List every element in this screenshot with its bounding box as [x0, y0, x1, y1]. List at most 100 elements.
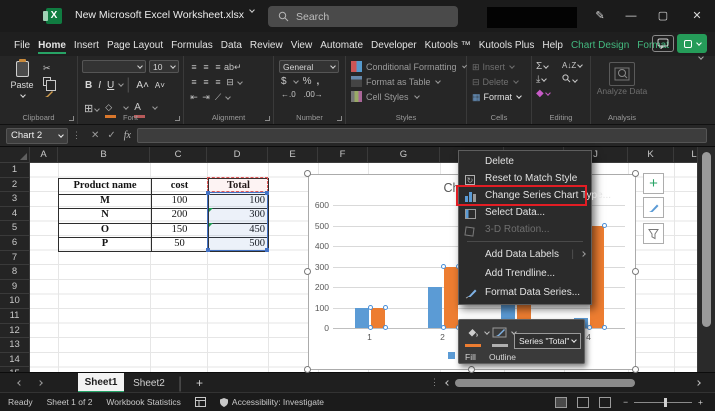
- tab-automate[interactable]: Automate: [316, 37, 367, 56]
- conditional-formatting-button[interactable]: Conditional Formatting: [346, 59, 466, 74]
- horizontal-scrollbar[interactable]: [452, 379, 688, 387]
- chart-filters-button[interactable]: [643, 223, 664, 244]
- series-selection-handle[interactable]: [602, 223, 607, 228]
- bar-cost-2[interactable]: [428, 287, 442, 328]
- chart-resize-handle[interactable]: [632, 268, 639, 275]
- menu-item-delete[interactable]: Delete: [459, 153, 591, 170]
- page-break-view-icon[interactable]: [599, 397, 611, 408]
- accounting-format-icon[interactable]: $: [281, 76, 287, 87]
- decrease-font-button[interactable]: A˅: [152, 81, 168, 90]
- orientation-icon[interactable]: ⟋: [212, 91, 224, 104]
- align-center-icon[interactable]: ≡: [200, 76, 212, 89]
- scroll-right-icon[interactable]: [695, 380, 701, 386]
- zoom-slider-thumb[interactable]: [664, 398, 667, 407]
- comma-format-icon[interactable]: ,: [316, 76, 319, 87]
- row-header-13[interactable]: 13: [0, 338, 29, 353]
- font-dialog-launcher[interactable]: [175, 116, 180, 121]
- menu-item-add-trendline[interactable]: Add Trendline...: [459, 264, 591, 283]
- row-header-4[interactable]: 4: [0, 207, 29, 222]
- chart-element-selector[interactable]: Series "Total": [514, 333, 581, 349]
- row-header-10[interactable]: 10: [0, 294, 29, 309]
- series-selection-handle[interactable]: [368, 325, 373, 330]
- increase-indent-icon[interactable]: ⇥: [200, 91, 212, 104]
- zoom-out-button[interactable]: −: [623, 397, 628, 407]
- tab-page-layout[interactable]: Page Layout: [103, 37, 167, 56]
- clear-button[interactable]: ◆: [536, 88, 562, 99]
- series-selection-handle[interactable]: [441, 264, 446, 269]
- maximize-button[interactable]: ▢: [650, 6, 676, 26]
- chart-resize-handle[interactable]: [468, 366, 475, 373]
- paste-button[interactable]: Paste: [5, 59, 39, 100]
- column-header-B[interactable]: B: [58, 147, 150, 162]
- decrease-decimal-icon[interactable]: .00→: [304, 90, 323, 99]
- share-button[interactable]: [677, 34, 707, 53]
- align-top-icon[interactable]: ≡: [188, 61, 200, 74]
- wrap-text-icon[interactable]: ab↵: [224, 61, 236, 74]
- number-dialog-launcher[interactable]: [337, 116, 342, 121]
- chart-styles-button[interactable]: [643, 197, 664, 218]
- menu-item-add-data-labels[interactable]: Add Data Labels|: [459, 245, 591, 264]
- tab-view[interactable]: View: [287, 37, 317, 56]
- enter-icon[interactable]: ✓: [107, 130, 115, 141]
- vertical-scrollbar[interactable]: [697, 147, 715, 372]
- underline-button[interactable]: U: [104, 80, 117, 91]
- bold-button[interactable]: B: [82, 80, 95, 91]
- tab-insert[interactable]: Insert: [70, 37, 103, 56]
- outline-button[interactable]: [492, 325, 508, 347]
- decrease-indent-icon[interactable]: ⇤: [188, 91, 200, 104]
- cancel-icon[interactable]: ✕: [91, 130, 99, 141]
- scroll-left-icon[interactable]: [445, 380, 451, 386]
- bar-Total-2[interactable]: [444, 267, 458, 329]
- row-header-2[interactable]: 2: [0, 178, 29, 193]
- font-size-dropdown[interactable]: 10: [149, 60, 179, 73]
- table-cell[interactable]: P: [59, 237, 151, 252]
- bar-Total-1[interactable]: [371, 308, 385, 329]
- title-chevron-icon[interactable]: [249, 7, 255, 13]
- series-selection-handle[interactable]: [602, 325, 607, 330]
- merge-center-icon[interactable]: ⊟: [224, 76, 236, 89]
- chart-resize-handle[interactable]: [632, 170, 639, 177]
- collapse-ribbon-icon[interactable]: [698, 54, 704, 60]
- formula-input[interactable]: [137, 128, 707, 143]
- fill-down-button[interactable]: ⤓: [536, 74, 562, 86]
- name-box[interactable]: Chart 2: [6, 128, 68, 144]
- row-header-9[interactable]: 9: [0, 280, 29, 295]
- series-selection-handle[interactable]: [383, 305, 388, 310]
- close-button[interactable]: ✕: [684, 6, 710, 26]
- column-header-G[interactable]: G: [368, 147, 440, 162]
- row-header-11[interactable]: 11: [0, 309, 29, 324]
- menu-item-select-data[interactable]: Select Data...: [459, 204, 591, 221]
- percent-format-icon[interactable]: %: [303, 76, 312, 87]
- new-sheet-button[interactable]: +: [196, 376, 203, 390]
- prev-sheet-icon[interactable]: [17, 380, 23, 386]
- table-header-cell[interactable]: cost: [151, 179, 208, 194]
- tab-kutools-plus[interactable]: Kutools Plus: [475, 37, 539, 56]
- table-cell[interactable]: 150: [151, 223, 208, 238]
- insert-cells-button[interactable]: ⊞Insert: [467, 59, 531, 74]
- table-cell[interactable]: N: [59, 208, 151, 223]
- sheet-tab-sheet2[interactable]: Sheet2: [126, 373, 172, 393]
- insert-function-icon[interactable]: fx: [124, 130, 131, 141]
- normal-view-icon[interactable]: [555, 397, 567, 408]
- series-selection-handle[interactable]: [383, 325, 388, 330]
- chart-resize-handle[interactable]: [632, 366, 639, 373]
- vertical-scrollbar-thumb[interactable]: [702, 152, 711, 327]
- tab-home[interactable]: Home: [34, 37, 70, 56]
- zoom-in-button[interactable]: +: [698, 397, 703, 407]
- row-header-1[interactable]: 1: [0, 163, 29, 178]
- number-format-dropdown[interactable]: General: [279, 60, 339, 73]
- delete-cells-button[interactable]: ⊟Delete: [467, 74, 531, 89]
- workbook-statistics-button[interactable]: Workbook Statistics: [106, 397, 180, 407]
- menu-item-reset-to-match-style[interactable]: ↻Reset to Match Style: [459, 170, 591, 187]
- font-name-dropdown[interactable]: [82, 60, 146, 73]
- align-right-icon[interactable]: ≡: [212, 76, 224, 89]
- tab-help[interactable]: Help: [538, 37, 567, 56]
- series-selection-handle[interactable]: [368, 305, 373, 310]
- accessibility-status[interactable]: Accessibility: Investigate: [220, 397, 324, 407]
- horizontal-scrollbar-thumb[interactable]: [455, 379, 635, 387]
- table-cell[interactable]: 200: [151, 208, 208, 223]
- row-header-6[interactable]: 6: [0, 236, 29, 251]
- minimize-button[interactable]: —: [618, 6, 644, 26]
- formula-bar-splitter[interactable]: ⋮: [72, 130, 81, 141]
- series-selection-handle[interactable]: [587, 325, 592, 330]
